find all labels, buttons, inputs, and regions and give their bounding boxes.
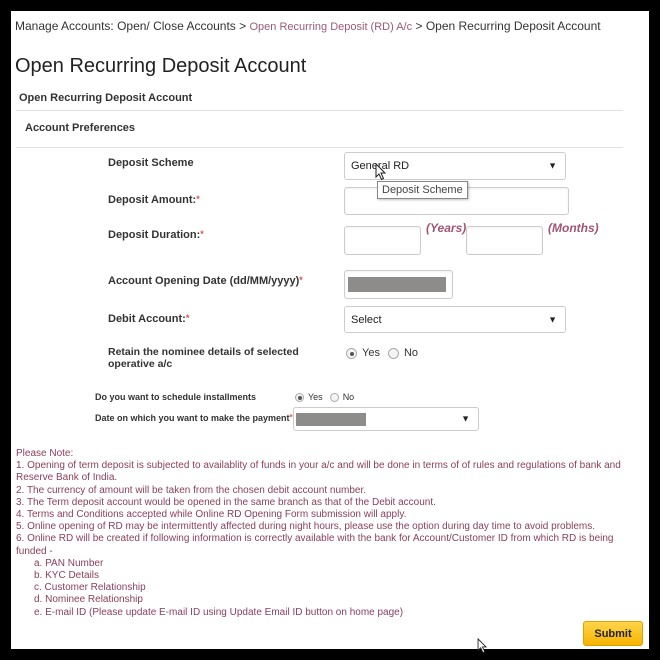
retain-nominee-label-line1: Retain the nominee details of selected bbox=[108, 346, 299, 358]
retain-nominee-radio-group: Yes No bbox=[346, 347, 418, 359]
deposit-scheme-label: Deposit Scheme bbox=[108, 157, 194, 169]
deposit-duration-label: Deposit Duration:* bbox=[108, 229, 204, 241]
chevron-down-icon: ▼ bbox=[461, 413, 470, 424]
payment-date-label-text: Date on which you want to make the payme… bbox=[95, 413, 290, 423]
deposit-duration-label-text: Deposit Duration: bbox=[108, 229, 201, 241]
retain-nominee-no-radio[interactable] bbox=[387, 347, 399, 359]
note-item: 2. The currency of amount will be taken … bbox=[16, 484, 367, 496]
duration-years-input[interactable] bbox=[344, 226, 421, 255]
payment-date-select[interactable]: ▼ bbox=[293, 407, 479, 431]
sub-title: Open Recurring Deposit Account bbox=[19, 92, 193, 104]
debit-account-label: Debit Account:* bbox=[108, 313, 189, 325]
retain-nominee-yes-label: Yes bbox=[362, 347, 380, 359]
breadcrumb-root[interactable]: Manage Accounts: Open/ Close Accounts bbox=[15, 19, 236, 33]
mouse-pointer-icon bbox=[375, 163, 387, 181]
notes-heading: Please Note: bbox=[16, 448, 74, 459]
note-sub-item: e. E-mail ID (Please update E-mail ID us… bbox=[34, 606, 404, 618]
opening-date-label: Account Opening Date (dd/MM/yyyy)* bbox=[108, 275, 303, 287]
breadcrumb-separator: > bbox=[412, 19, 426, 33]
section-title: Account Preferences bbox=[25, 122, 136, 134]
opening-date-label-text: Account Opening Date (dd/MM/yyyy) bbox=[108, 275, 300, 287]
page-container: Manage Accounts: Open/ Close Accounts > … bbox=[11, 11, 649, 654]
breadcrumb: Manage Accounts: Open/ Close Accounts > … bbox=[15, 19, 601, 33]
required-marker: * bbox=[299, 275, 303, 285]
note-item: 3. The Term deposit account would be ope… bbox=[16, 496, 436, 508]
breadcrumb-current: Open Recurring Deposit Account bbox=[425, 19, 601, 33]
required-marker: * bbox=[196, 194, 200, 204]
required-marker: * bbox=[200, 229, 204, 239]
required-marker: * bbox=[185, 313, 190, 323]
note-item: 1. Opening of term deposit is subjected … bbox=[16, 460, 621, 484]
chevron-down-icon: ▼ bbox=[548, 314, 557, 324]
note-sub-item: d. Nominee Relationship bbox=[34, 594, 143, 606]
duration-months-input[interactable] bbox=[466, 226, 543, 255]
deposit-scheme-tooltip: Deposit Scheme bbox=[377, 181, 468, 199]
deposit-amount-label: Deposit Amount:* bbox=[108, 194, 200, 206]
debit-account-value: Select bbox=[351, 313, 382, 326]
schedule-no-label: No bbox=[342, 392, 355, 402]
months-unit-label: (Months) bbox=[548, 221, 599, 235]
note-item: 5. Online opening of RD may be intermitt… bbox=[16, 521, 596, 533]
notes-section: Please Note: 1. Opening of term deposit … bbox=[16, 448, 641, 619]
deposit-amount-label-text: Deposit Amount: bbox=[108, 194, 197, 206]
debit-account-select[interactable]: Select ▼ bbox=[344, 306, 566, 333]
chevron-down-icon: ▼ bbox=[548, 160, 557, 171]
schedule-no-radio[interactable] bbox=[329, 392, 339, 402]
breadcrumb-link-rd[interactable]: Open Recurring Deposit (RD) A/c bbox=[250, 21, 413, 33]
divider bbox=[16, 147, 623, 148]
debit-account-label-text: Debit Account: bbox=[108, 313, 186, 325]
divider bbox=[16, 110, 623, 111]
payment-date-label: Date on which you want to make the payme… bbox=[95, 413, 293, 423]
note-sub-item: a. PAN Number bbox=[34, 557, 104, 569]
breadcrumb-separator: > bbox=[235, 19, 250, 33]
page-title: Open Recurring Deposit Account bbox=[15, 55, 307, 77]
masked-date-value bbox=[348, 277, 446, 292]
schedule-installments-label: Do you want to schedule installments bbox=[95, 392, 257, 402]
note-item: 4. Terms and Conditions accepted while O… bbox=[16, 509, 407, 521]
schedule-installments-radio-group: Yes No bbox=[295, 392, 354, 402]
retain-nominee-label-line2: operative a/c bbox=[108, 358, 173, 370]
opening-date-input[interactable] bbox=[344, 270, 453, 299]
retain-nominee-label: Retain the nominee details of selected o… bbox=[108, 346, 299, 370]
schedule-yes-radio[interactable] bbox=[295, 392, 304, 402]
retain-nominee-no-label: No bbox=[403, 347, 419, 359]
submit-button[interactable]: Submit bbox=[583, 621, 643, 646]
years-unit-label: (Years) bbox=[426, 221, 467, 235]
schedule-yes-label: Yes bbox=[308, 392, 323, 402]
note-item: 6. Online RD will be created if followin… bbox=[16, 533, 614, 557]
note-sub-item: c. Customer Relationship bbox=[34, 582, 146, 594]
note-sub-item: b. KYC Details bbox=[34, 570, 100, 582]
mouse-pointer-icon bbox=[477, 638, 488, 654]
retain-nominee-yes-radio[interactable] bbox=[346, 347, 357, 359]
masked-payment-date-value bbox=[296, 413, 366, 426]
